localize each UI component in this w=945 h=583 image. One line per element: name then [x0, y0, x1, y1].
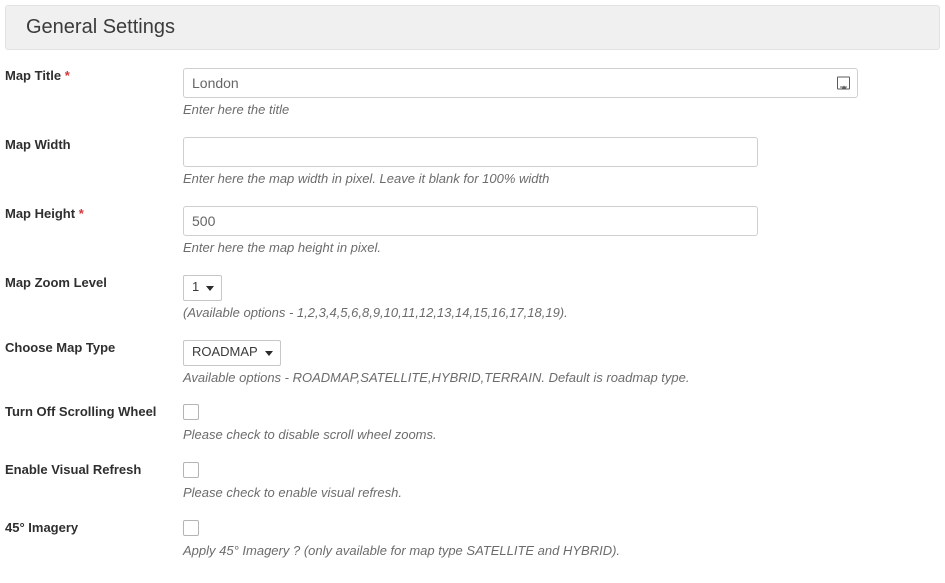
help-map-width: Enter here the map width in pixel. Leave…	[183, 171, 863, 188]
label-zoom-level: Map Zoom Level	[5, 275, 183, 292]
row-map-width: Map Width Enter here the map width in pi…	[5, 137, 940, 188]
map-type-value: ROADMAP	[192, 344, 258, 359]
map-width-input[interactable]	[183, 137, 758, 167]
field-map-height: Enter here the map height in pixel.	[183, 206, 863, 257]
help-map-type: Available options - ROADMAP,SATELLITE,HY…	[183, 370, 863, 387]
panel-header: General Settings	[5, 5, 940, 50]
required-mark: *	[79, 206, 84, 221]
zoom-level-select[interactable]: 1	[183, 275, 222, 301]
label-text: Map Height	[5, 206, 75, 221]
panel-title: General Settings	[26, 16, 919, 39]
label-scroll-wheel: Turn Off Scrolling Wheel	[5, 404, 183, 421]
autofill-icon	[837, 77, 850, 90]
row-imagery-45: 45° Imagery Apply 45° Imagery ? (only av…	[5, 520, 940, 560]
field-visual-refresh: Please check to enable visual refresh.	[183, 462, 863, 502]
field-imagery-45: Apply 45° Imagery ? (only available for …	[183, 520, 863, 560]
label-visual-refresh: Enable Visual Refresh	[5, 462, 183, 479]
row-zoom-level: Map Zoom Level 1 (Available options - 1,…	[5, 275, 940, 322]
field-map-width: Enter here the map width in pixel. Leave…	[183, 137, 863, 188]
row-visual-refresh: Enable Visual Refresh Please check to en…	[5, 462, 940, 502]
help-map-title: Enter here the title	[183, 102, 863, 119]
label-text: Map Title	[5, 68, 61, 83]
label-map-title: Map Title *	[5, 68, 183, 85]
field-map-type: ROADMAP Available options - ROADMAP,SATE…	[183, 340, 863, 387]
map-height-input[interactable]	[183, 206, 758, 236]
field-map-title: Enter here the title	[183, 68, 863, 119]
help-zoom-level: (Available options - 1,2,3,4,5,6,8,9,10,…	[183, 305, 863, 322]
row-scroll-wheel: Turn Off Scrolling Wheel Please check to…	[5, 404, 940, 444]
label-map-height: Map Height *	[5, 206, 183, 223]
field-scroll-wheel: Please check to disable scroll wheel zoo…	[183, 404, 863, 444]
required-mark: *	[65, 68, 70, 83]
map-title-input[interactable]	[183, 68, 858, 98]
imagery-45-checkbox[interactable]	[183, 520, 199, 536]
label-map-type: Choose Map Type	[5, 340, 183, 357]
help-imagery-45: Apply 45° Imagery ? (only available for …	[183, 543, 863, 560]
help-visual-refresh: Please check to enable visual refresh.	[183, 485, 863, 502]
help-scroll-wheel: Please check to disable scroll wheel zoo…	[183, 427, 863, 444]
row-map-type: Choose Map Type ROADMAP Available option…	[5, 340, 940, 387]
map-type-select[interactable]: ROADMAP	[183, 340, 281, 366]
row-map-title: Map Title * Enter here the title	[5, 68, 940, 119]
visual-refresh-checkbox[interactable]	[183, 462, 199, 478]
row-map-height: Map Height * Enter here the map height i…	[5, 206, 940, 257]
zoom-level-value: 1	[192, 279, 199, 294]
field-zoom-level: 1 (Available options - 1,2,3,4,5,6,8,9,1…	[183, 275, 863, 322]
scroll-wheel-checkbox[interactable]	[183, 404, 199, 420]
help-map-height: Enter here the map height in pixel.	[183, 240, 863, 257]
input-wrap-map-title	[183, 68, 858, 98]
label-map-width: Map Width	[5, 137, 183, 154]
